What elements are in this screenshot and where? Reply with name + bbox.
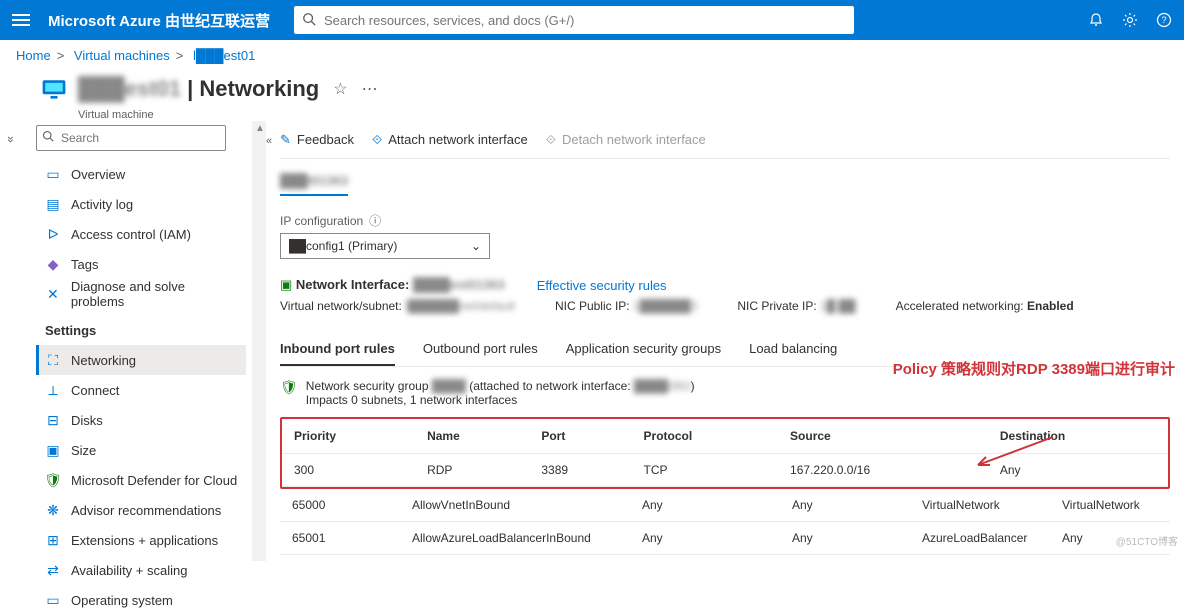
- sidebar-item-disks[interactable]: ⊟Disks: [36, 405, 246, 435]
- nic-name-tab[interactable]: ███t01363: [280, 173, 348, 196]
- os-icon: ▭: [45, 592, 61, 608]
- sidebar-item-size[interactable]: ▣Size: [36, 435, 246, 465]
- col-name[interactable]: Name: [415, 419, 529, 454]
- breadcrumb: Home> Virtual machines> l███est01: [0, 40, 1184, 71]
- sidebar-item-diagnose[interactable]: ✕Diagnose and solve problems: [36, 279, 246, 309]
- watermark: @51CTO博客: [1116, 533, 1178, 548]
- global-search-input[interactable]: [294, 6, 854, 34]
- detach-nic-button: ⟐Detach network interface: [546, 132, 706, 148]
- chevron-down-icon: ⌄: [471, 239, 481, 253]
- crumb-current[interactable]: l███est01: [193, 48, 255, 63]
- table-row[interactable]: 65500DenyAllInBoundAnyAnyAnyAny: [280, 555, 1170, 562]
- sidebar-item-networking[interactable]: ⛶Networking: [36, 345, 246, 375]
- sidebar-search-input[interactable]: [36, 125, 226, 151]
- more-icon[interactable]: ⋯: [362, 79, 378, 99]
- connect-icon: ⟂: [45, 382, 61, 398]
- top-right-icons: ?: [1088, 12, 1172, 28]
- sidebar-item-iam[interactable]: ᐅAccess control (IAM): [36, 219, 246, 249]
- sidebar-nav: ▭Overview ▤Activity log ᐅAccess control …: [36, 159, 246, 615]
- crumb-vms[interactable]: Virtual machines: [74, 48, 170, 63]
- attach-nic-button[interactable]: ⟐Attach network interface: [372, 132, 528, 148]
- size-icon: ▣: [45, 442, 61, 458]
- shield-icon: 🛡: [280, 379, 298, 396]
- vm-icon: [40, 75, 68, 103]
- settings-icon[interactable]: [1122, 12, 1138, 28]
- col-protocol[interactable]: Protocol: [632, 419, 779, 454]
- table-header-row: Priority Name Port Protocol Source Desti…: [282, 419, 1168, 454]
- sidebar-item-connect[interactable]: ⟂Connect: [36, 375, 246, 405]
- help-icon[interactable]: ?: [1156, 12, 1172, 28]
- iam-icon: ᐅ: [45, 226, 61, 242]
- feedback-icon: ✎: [280, 132, 291, 148]
- attach-icon: ⟐: [372, 132, 382, 148]
- crumb-home[interactable]: Home: [16, 48, 51, 63]
- sidebar-scrollbar[interactable]: ▲: [252, 121, 266, 561]
- tags-icon: ◆: [45, 256, 61, 272]
- global-search[interactable]: [294, 6, 854, 34]
- menu-icon[interactable]: [12, 14, 30, 26]
- tab-inbound[interactable]: Inbound port rules: [280, 333, 395, 366]
- diagnose-icon: ✕: [45, 286, 61, 302]
- table-row[interactable]: 65001AllowAzureLoadBalancerInBoundAnyAny…: [280, 522, 1170, 555]
- sidebar-item-defender[interactable]: 🛡Microsoft Defender for Cloud: [36, 465, 246, 495]
- availability-icon: ⇄: [45, 562, 61, 578]
- rules-table-highlight: Priority Name Port Protocol Source Desti…: [280, 417, 1170, 489]
- sidebar-item-tags[interactable]: ◆Tags: [36, 249, 246, 279]
- toolbar: ✎Feedback ⟐Attach network interface ⟐Det…: [280, 121, 1170, 159]
- ipconfig-value: ██config1 (Primary): [289, 239, 397, 253]
- rules-table: Priority Name Port Protocol Source Desti…: [282, 419, 1168, 487]
- col-destination[interactable]: Destination: [988, 419, 1168, 454]
- search-icon: [42, 130, 54, 142]
- col-priority[interactable]: Priority: [282, 419, 415, 454]
- effective-rules-link[interactable]: Effective security rules: [537, 278, 667, 293]
- page-subtitle: Virtual machine: [38, 109, 1184, 121]
- pin-icon[interactable]: ☆: [333, 79, 347, 99]
- sidebar-item-extensions[interactable]: ⊞Extensions + applications: [36, 525, 246, 555]
- overview-icon: ▭: [45, 166, 61, 182]
- extensions-icon: ⊞: [45, 532, 61, 548]
- nsg-info: 🛡 Network security group ████ (attached …: [280, 379, 1170, 407]
- nic-badge-icon: ▣: [280, 277, 292, 292]
- brand-label: Microsoft Azure 由世纪互联运营: [48, 10, 270, 31]
- main-content: ✎Feedback ⟐Attach network interface ⟐Det…: [266, 121, 1184, 561]
- col-source[interactable]: Source: [778, 419, 988, 454]
- sidebar-item-overview[interactable]: ▭Overview: [36, 159, 246, 189]
- rules-table-rest: 65000AllowVnetInBoundAnyAnyVirtualNetwor…: [280, 489, 1170, 561]
- sidebar: « ▭Overview ▤Activity log ᐅAccess contro…: [0, 121, 252, 561]
- feedback-button[interactable]: ✎Feedback: [280, 132, 354, 148]
- page-header: ███est01 | Networking ☆ ⋯ Virtual machin…: [0, 71, 1184, 121]
- tab-asg[interactable]: Application security groups: [566, 333, 721, 366]
- networking-icon: ⛶: [45, 352, 61, 368]
- tab-loadbalancing[interactable]: Load balancing: [749, 333, 837, 366]
- tab-outbound[interactable]: Outbound port rules: [423, 333, 538, 366]
- sidebar-item-activity[interactable]: ▤Activity log: [36, 189, 246, 219]
- activity-log-icon: ▤: [45, 196, 61, 212]
- network-info: ▣ Network Interface: ████est01363 Effect…: [280, 277, 1170, 313]
- page-title: ███est01 | Networking: [78, 76, 319, 102]
- col-port[interactable]: Port: [529, 419, 631, 454]
- svg-text:?: ?: [1161, 15, 1166, 25]
- defender-icon: 🛡: [45, 472, 61, 488]
- annotation-text: Policy 策略规则对RDP 3389端口进行审计: [893, 358, 1175, 379]
- collapse-icon[interactable]: «: [266, 135, 272, 147]
- table-row[interactable]: 65000AllowVnetInBoundAnyAnyVirtualNetwor…: [280, 489, 1170, 522]
- table-row[interactable]: 300RDP3389TCP167.220.0.0/16Any: [282, 454, 1168, 487]
- top-bar: Microsoft Azure 由世纪互联运营 ?: [0, 0, 1184, 40]
- sidebar-item-os[interactable]: ▭Operating system: [36, 585, 246, 615]
- sidebar-search[interactable]: «: [36, 125, 246, 151]
- ipconfig-select[interactable]: ██config1 (Primary) ⌄: [280, 233, 490, 259]
- ipconfig-label: IP configurationⓘ: [280, 212, 1170, 229]
- scroll-up-icon[interactable]: ▲: [255, 123, 265, 134]
- search-icon: [302, 12, 316, 26]
- info-icon[interactable]: ⓘ: [369, 212, 381, 229]
- advisor-icon: ❋: [45, 502, 61, 518]
- detach-icon: ⟐: [546, 132, 556, 148]
- sidebar-section-settings: Settings: [36, 315, 246, 345]
- sidebar-item-availability[interactable]: ⇄Availability + scaling: [36, 555, 246, 585]
- sidebar-item-advisor[interactable]: ❋Advisor recommendations: [36, 495, 246, 525]
- disks-icon: ⊟: [45, 412, 61, 428]
- notifications-icon[interactable]: [1088, 12, 1104, 28]
